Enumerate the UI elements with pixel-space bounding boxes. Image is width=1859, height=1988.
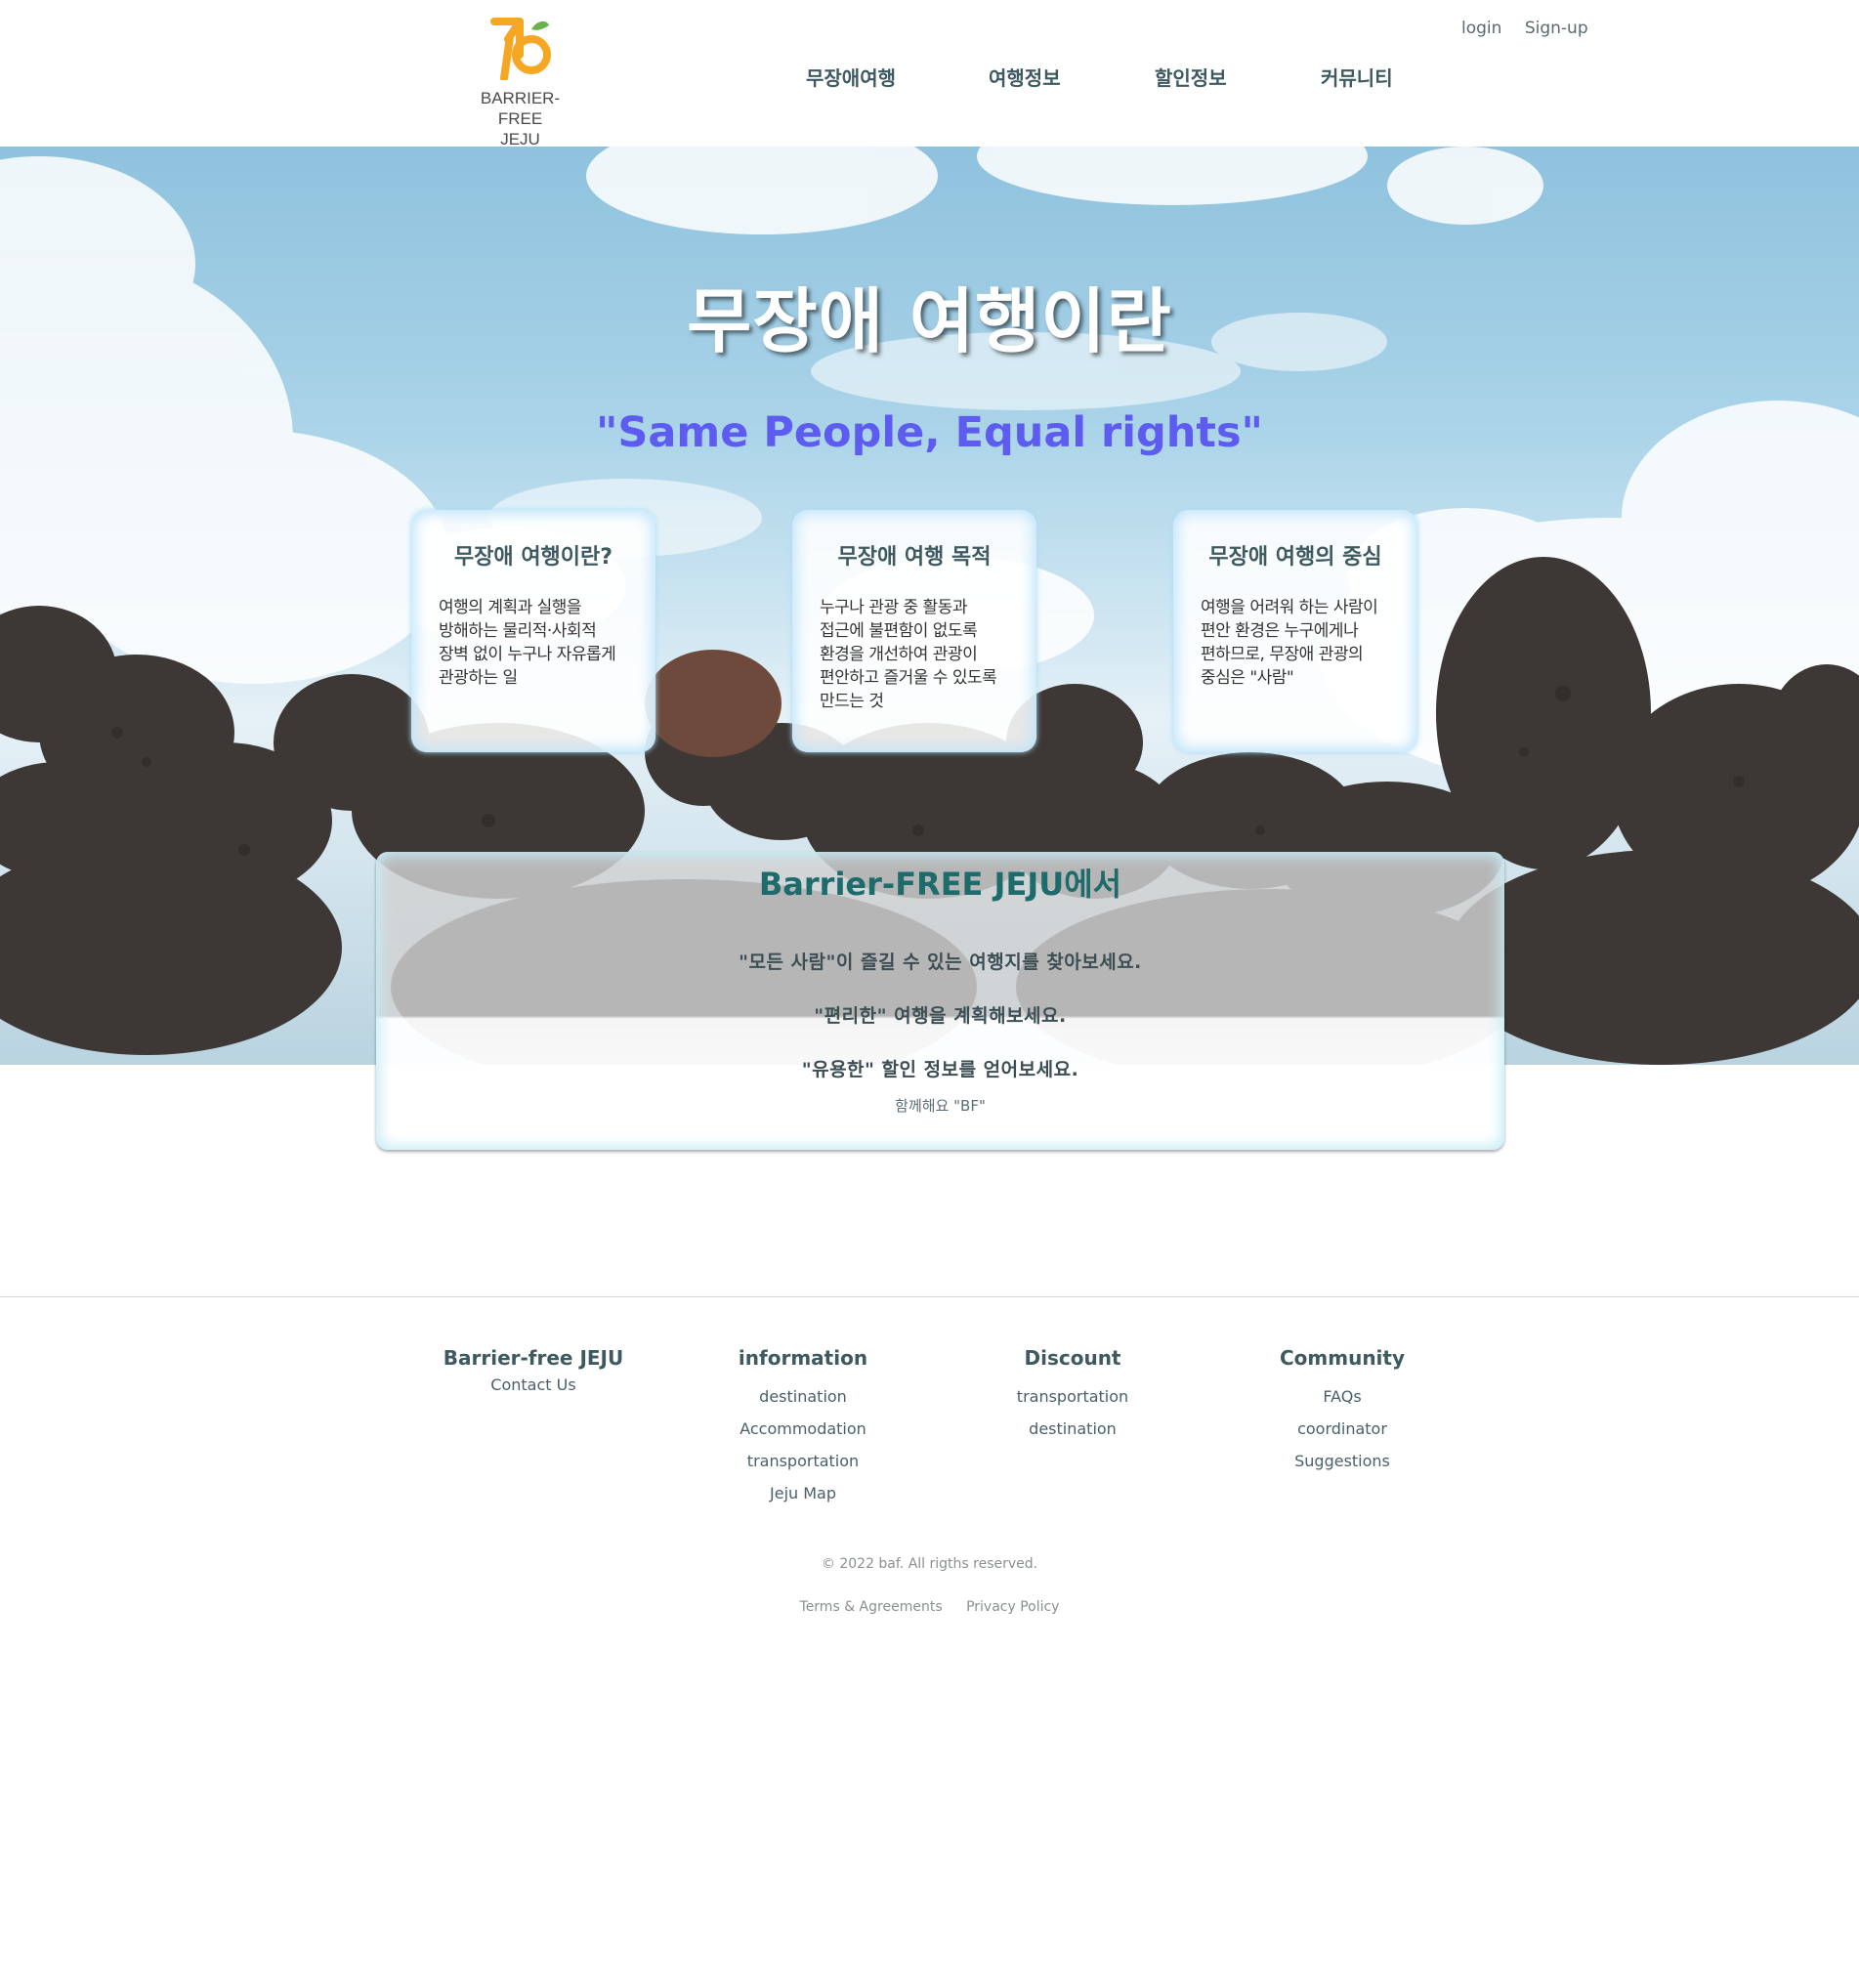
intro-panel: Barrier-FREE JEJU에서 "모든 사람"이 즐길 수 있는 여행지…: [376, 852, 1504, 1150]
nav-item-travel-info[interactable]: 여행정보: [989, 63, 1061, 91]
legal-links: Terms & Agreements Privacy Policy: [0, 1599, 1859, 1615]
info-card-purpose: 무장애 여행 목적 누구나 관광 중 활동과 접근에 불편함이 없도록 환경을 …: [792, 510, 1036, 752]
footer-contact-link[interactable]: Contact Us: [436, 1375, 631, 1394]
footer-link-coordinator[interactable]: coordinator: [1245, 1419, 1440, 1438]
bf-logo-icon: [489, 18, 551, 80]
footer-brand: Barrier-free JEJU: [443, 1346, 624, 1370]
panel-line-discount: "유용한" 할인 정보를 얻어보세요.: [801, 1059, 1079, 1080]
site-logo[interactable]: BARRIER-FREE JEJU: [459, 16, 581, 149]
nav-item-community[interactable]: 커뮤니티: [1321, 63, 1393, 91]
footer-link-accommodation[interactable]: Accommodation: [705, 1419, 901, 1438]
panel-line-destinations: "모든 사람"이 즐길 수 있는 여행지를 찾아보세요.: [739, 952, 1142, 973]
terms-link[interactable]: Terms & Agreements: [800, 1599, 943, 1615]
signup-link[interactable]: Sign-up: [1525, 19, 1588, 38]
privacy-link[interactable]: Privacy Policy: [966, 1599, 1059, 1615]
footer-link-jeju-map[interactable]: Jeju Map: [705, 1484, 901, 1502]
panel-line-plan: "편리한" 여행을 계획해보세요.: [814, 1005, 1067, 1027]
card-title: 무장애 여행 목적: [837, 545, 992, 570]
card-body: 누구나 관광 중 활동과 접근에 불편함이 없도록 환경을 개선하여 관광이 편…: [820, 598, 997, 711]
footer-community-title: Community: [1279, 1346, 1406, 1370]
site-header: BARRIER-FREE JEJU login Sign-up 무장애여행 여행…: [0, 0, 1859, 149]
card-body: 여행의 계획과 실행을 방해하는 물리적·사회적 장벽 없이 누구나 자유롭게 …: [439, 598, 616, 688]
footer-brand-column: Barrier-free JEJU Contact Us: [436, 1346, 631, 1394]
card-title: 무장애 여행의 중심: [1208, 545, 1382, 570]
panel-tagline: 함께해요 "BF": [895, 1097, 986, 1115]
panel-title: Barrier-FREE JEJU에서: [758, 866, 1122, 903]
footer-link-faqs[interactable]: FAQs: [1245, 1387, 1440, 1406]
nav-item-barrier-free-travel[interactable]: 무장애여행: [806, 63, 896, 91]
info-card-center: 무장애 여행의 중심 여행을 어려워 하는 사람이 편안 환경은 누구에게나 편…: [1173, 510, 1417, 752]
footer-discount-column: Discount transportation destination: [975, 1346, 1170, 1438]
copyright-text: © 2022 baf. All rigths reserved.: [821, 1556, 1038, 1572]
nav-item-discount-info[interactable]: 할인정보: [1155, 63, 1227, 91]
logo-text-line1: BARRIER-FREE: [480, 89, 561, 128]
footer-link-suggestions[interactable]: Suggestions: [1245, 1452, 1440, 1470]
footer-information-column: information destination Accommodation tr…: [705, 1346, 901, 1502]
info-card-definition: 무장애 여행이란? 여행의 계획과 실행을 방해하는 물리적·사회적 장벽 없이…: [411, 510, 655, 752]
login-link[interactable]: login: [1461, 19, 1501, 38]
hero-title: 무장애 여행이란: [687, 280, 1172, 362]
footer-discount-title: Discount: [1024, 1346, 1121, 1370]
card-title: 무장애 여행이란?: [453, 545, 613, 570]
footer-link-transportation[interactable]: transportation: [705, 1452, 901, 1470]
footer-link-discount-destination[interactable]: destination: [975, 1419, 1170, 1438]
auth-links: login Sign-up: [1444, 19, 1588, 38]
footer-information-title: information: [738, 1346, 868, 1370]
hero-subtitle: "Same People, Equal rights": [596, 408, 1263, 457]
card-body: 여행을 어려워 하는 사람이 편안 환경은 누구에게나 편하므로, 무장애 관광…: [1201, 598, 1378, 688]
footer-link-destination[interactable]: destination: [705, 1387, 901, 1406]
footer-community-column: Community FAQs coordinator Suggestions: [1245, 1346, 1440, 1470]
footer-link-discount-transportation[interactable]: transportation: [975, 1387, 1170, 1406]
footer-divider: [0, 1296, 1859, 1297]
